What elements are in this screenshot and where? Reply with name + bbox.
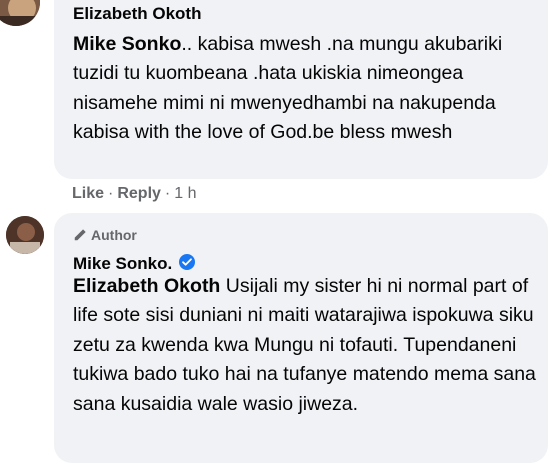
avatar-photo	[0, 0, 40, 26]
mention-link[interactable]: Mike Sonko	[73, 33, 181, 55]
avatar[interactable]	[0, 0, 40, 26]
comment-text: Elizabeth Okoth Usijali my sister hi ni …	[73, 272, 543, 419]
verified-badge-icon	[179, 254, 196, 270]
avatar[interactable]	[6, 216, 44, 254]
author-name-link[interactable]: Mike Sonko.	[73, 254, 172, 273]
mention-link[interactable]: Elizabeth Okoth	[73, 275, 220, 297]
comment-actions: Like · Reply · 1 h	[72, 185, 197, 203]
pencil-icon	[74, 229, 86, 241]
separator: ·	[164, 185, 171, 202]
avatar-photo	[6, 216, 44, 254]
like-button[interactable]: Like	[72, 185, 104, 202]
author-badge: Author	[73, 227, 137, 243]
reply-button[interactable]: Reply	[117, 185, 161, 202]
separator: ·	[108, 185, 114, 202]
comment-timestamp[interactable]: 1 h	[174, 185, 196, 202]
author-badge-label: Author	[91, 227, 137, 243]
comment-author-name[interactable]: Elizabeth Okoth	[73, 4, 201, 24]
comment-text: Mike Sonko.. kabisa mwesh .na mungu akub…	[73, 30, 543, 148]
comment-author-name: Mike Sonko.	[73, 253, 196, 274]
